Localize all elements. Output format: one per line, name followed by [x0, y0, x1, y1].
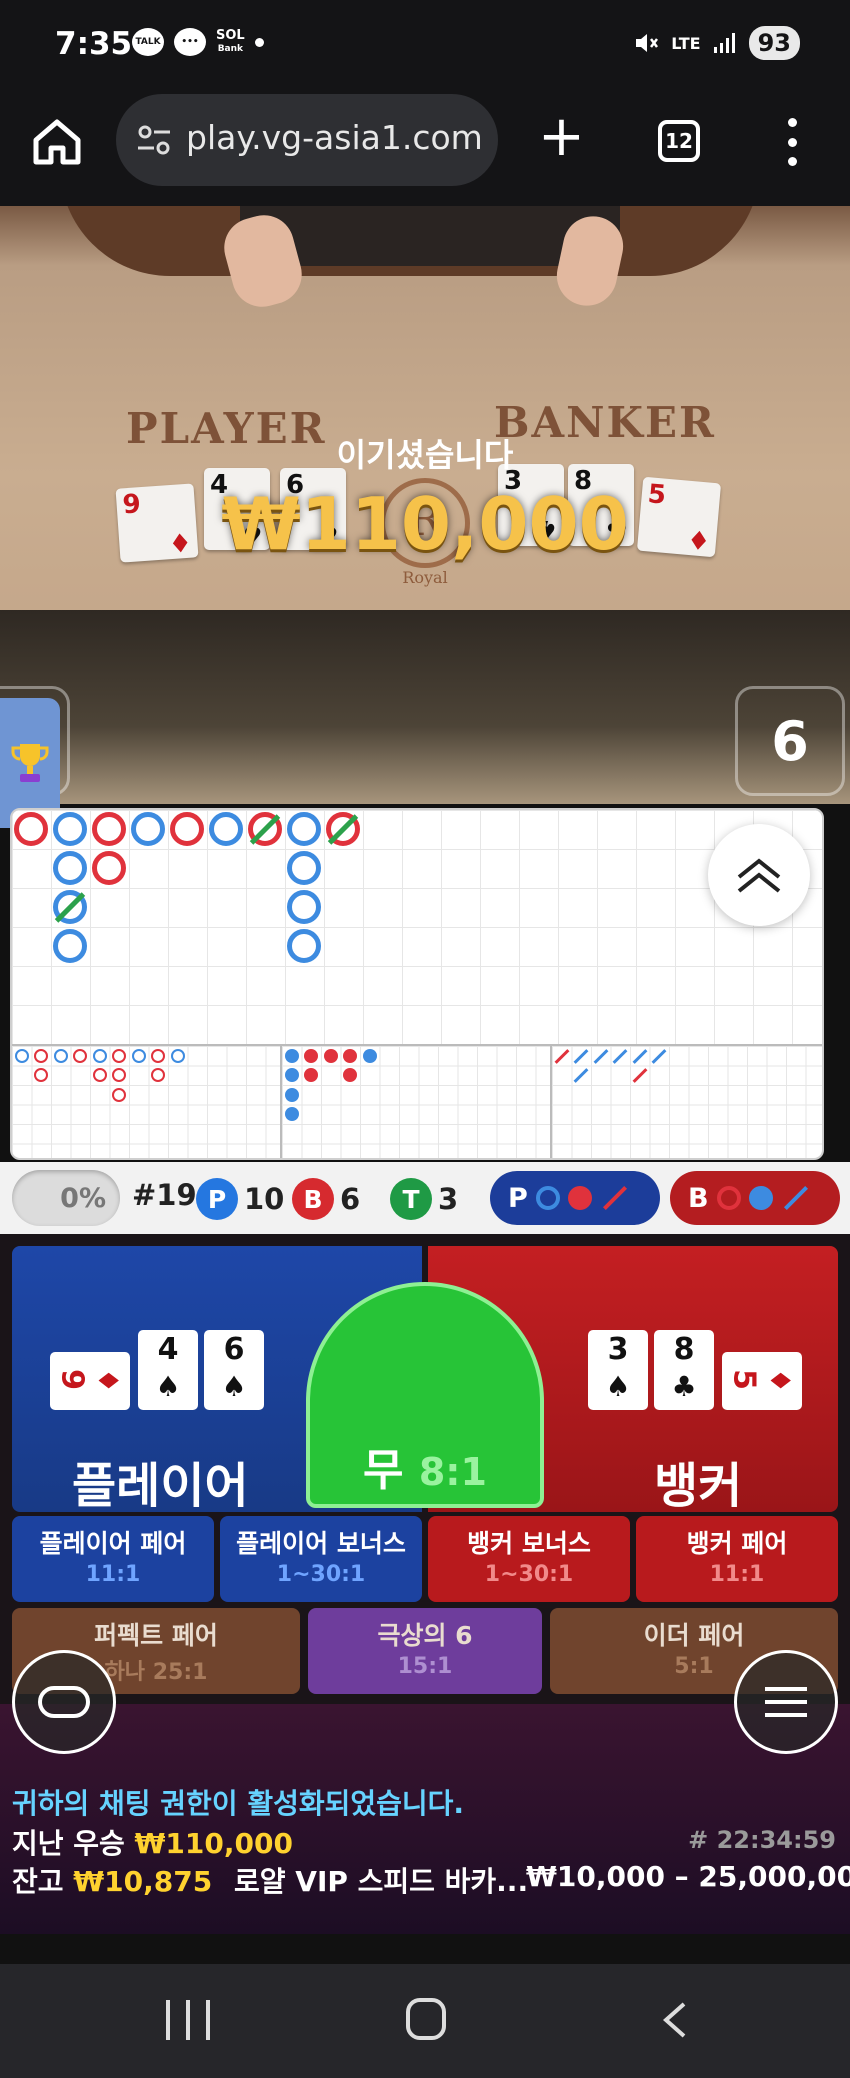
round-number: #19 — [132, 1178, 197, 1212]
win-message: 이기셨습니다 — [336, 436, 514, 474]
table-name: 로얄 VIP 스피드 바카... — [234, 1865, 529, 1898]
tie-bet-odds: 8:1 — [418, 1450, 487, 1494]
super-six-bet[interactable]: 극상의 6 15:1 — [308, 1608, 542, 1694]
road-bead — [287, 812, 321, 846]
road-bead — [287, 929, 321, 963]
more-notifications-icon — [254, 37, 264, 47]
network-type: LTE — [671, 33, 701, 53]
new-tab-button[interactable]: + — [538, 109, 585, 165]
banker-predict-button[interactable]: B — [670, 1171, 840, 1225]
scoreboard-roadmap — [10, 808, 824, 1160]
win-banner — [0, 610, 850, 804]
player-predict-button[interactable]: P — [490, 1171, 660, 1225]
system-nav-bar — [0, 1964, 850, 2078]
tie-bet-label: 무 — [363, 1445, 404, 1496]
win-amount: ₩110,000 — [221, 482, 629, 566]
chat-system-message: 귀하의 채팅 권한이 활성화되었습니다. — [12, 1787, 465, 1820]
small-road — [282, 1046, 552, 1158]
big-eye-road — [12, 1046, 282, 1158]
tie-count: T3 — [390, 1178, 458, 1220]
banker-pair-bet[interactable]: 뱅커 페어 11:1 — [636, 1516, 838, 1602]
last-win: 지난 우승 ₩110,000 — [12, 1827, 293, 1860]
address-bar[interactable]: play.vg-asia1.com — [116, 94, 498, 186]
collapse-roadmap-button[interactable] — [708, 824, 810, 926]
battery-level: 93 — [748, 26, 800, 60]
player-card-1: 9 ♦ — [50, 1352, 130, 1410]
road-bead — [287, 851, 321, 885]
road-bead — [131, 812, 165, 846]
sol-bank-icon: SOL Bank — [216, 27, 245, 54]
banker-card-2: 8 ♣ — [654, 1330, 714, 1410]
trophy-icon — [11, 744, 49, 782]
browser-menu-button[interactable] — [786, 118, 798, 166]
chat-button[interactable] — [12, 1650, 116, 1754]
banker-card-3: 5 ♦ — [722, 1352, 802, 1410]
road-bead — [53, 851, 87, 885]
browser-toolbar: play.vg-asia1.com + 12 — [0, 90, 850, 206]
player-bet-label: 플레이어 — [72, 1458, 249, 1514]
player-card-2: 4 ♠ — [138, 1330, 198, 1410]
url-text[interactable]: play.vg-asia1.com — [186, 118, 483, 157]
banker-wins: B6 — [292, 1178, 360, 1220]
banker-bonus-bet[interactable]: 뱅커 보너스 1~30:1 — [428, 1516, 630, 1602]
home-icon[interactable] — [30, 114, 84, 168]
double-chevron-up-icon — [737, 858, 781, 893]
road-bead — [53, 929, 87, 963]
road-bead — [53, 812, 87, 846]
player-bonus-bet[interactable]: 플레이어 보너스 1~30:1 — [220, 1516, 422, 1602]
road-bead — [209, 812, 243, 846]
road-bead — [170, 812, 204, 846]
banker-score: 6 — [735, 686, 845, 796]
signal-icon — [713, 33, 735, 53]
road-bead — [92, 851, 126, 885]
home-button[interactable] — [406, 1998, 446, 2040]
system-icons: LTE 93 — [633, 26, 800, 60]
road-bead — [92, 812, 126, 846]
hamburger-icon — [765, 1687, 807, 1717]
road-bead — [14, 812, 48, 846]
road-bead — [287, 890, 321, 924]
round-timestamp: # 22:34:59 — [688, 1826, 836, 1854]
tab-switcher-button[interactable]: 12 — [658, 120, 700, 162]
chat-bubble-icon — [38, 1686, 90, 1718]
site-settings-icon[interactable] — [136, 122, 172, 158]
banker-bet-label: 뱅커 — [654, 1458, 743, 1514]
mute-icon — [636, 34, 659, 52]
kakaotalk-icon: TALK — [132, 28, 164, 56]
player-pair-bet[interactable]: 플레이어 페어 11:1 — [12, 1516, 214, 1602]
big-road — [12, 810, 822, 1046]
cockroach-road — [552, 1046, 822, 1158]
player-card-3: 6 ♠ — [204, 1330, 264, 1410]
tie-bet-area[interactable]: 무 8:1 — [306, 1282, 544, 1508]
stats-bar: 0% #19 P 10 B6 T3 P B — [0, 1162, 850, 1234]
bet-limit: ₩10,000 – 25,000,000 — [526, 1860, 850, 1893]
balance: 잔고 ₩10,875 — [12, 1865, 213, 1898]
recent-apps-button[interactable] — [166, 2000, 210, 2040]
status-bar: 7:35 TALK ••• SOL Bank LTE 93 — [0, 0, 850, 90]
percent-toggle[interactable]: 0% — [12, 1170, 120, 1226]
back-button[interactable] — [656, 2000, 696, 2040]
betting-panel: 9 ♦ 4 ♠ 6 ♠ 플레이어 3 ♠ 8 ♣ 5 ♦ 뱅커 무 8:1 플레이어 페어 1… — [0, 1234, 850, 1934]
menu-button[interactable] — [734, 1650, 838, 1754]
clock: 7:35 — [55, 26, 133, 62]
message-icon: ••• — [174, 28, 206, 56]
player-wins: P 10 — [196, 1178, 284, 1220]
banker-card-1: 3 ♠ — [588, 1330, 648, 1410]
notification-icons: TALK ••• SOL Bank — [132, 28, 264, 56]
